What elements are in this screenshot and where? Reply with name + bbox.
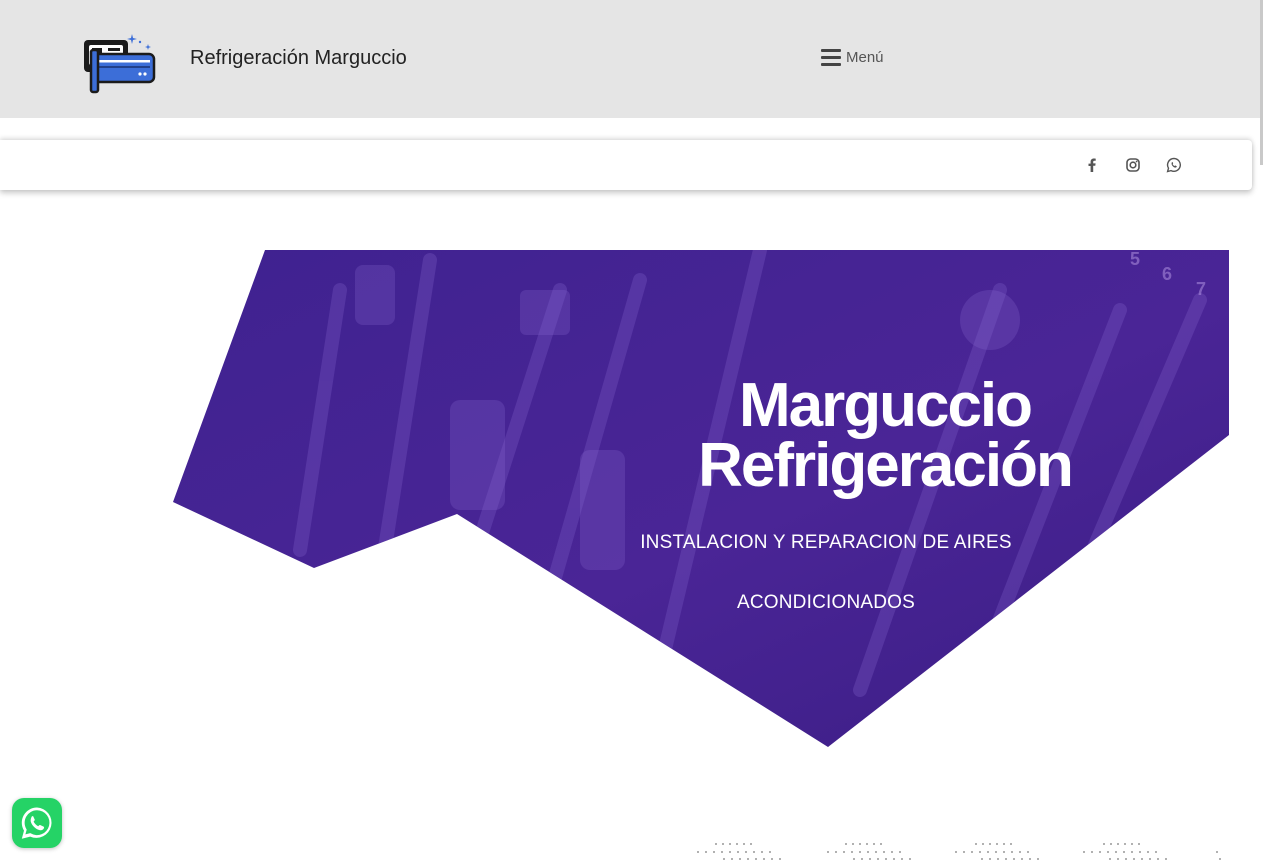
hero-title-line-2: Refrigeración — [698, 431, 1074, 500]
hero-banner: 5 6 7 — [0, 250, 1229, 750]
site-title-link[interactable]: Refrigeración Marguccio — [190, 47, 407, 70]
site-header: Refrigeración Marguccio Menú — [0, 0, 1260, 118]
svg-text:6: 6 — [1162, 264, 1172, 284]
hero-title-line-1: Marguccio — [738, 371, 1033, 440]
whatsapp-icon — [12, 798, 62, 848]
hamburger-icon — [821, 48, 841, 66]
facebook-icon[interactable] — [1084, 157, 1100, 173]
air-conditioner-icon[interactable] — [82, 30, 158, 94]
hero-title: Marguccio Refrigeración — [600, 371, 1170, 500]
menu-label: Menú — [846, 49, 884, 66]
social-links-bar — [0, 140, 1252, 190]
svg-text:7: 7 — [1196, 279, 1206, 299]
svg-text:5: 5 — [1130, 250, 1140, 269]
decorative-dot-pattern — [690, 838, 1230, 861]
whatsapp-float-button[interactable] — [12, 798, 62, 848]
menu-toggle-button[interactable]: Menú — [821, 48, 884, 66]
hero-subtitle: INSTALACION Y REPARACION DE AIRES ACONDI… — [640, 532, 1012, 613]
whatsapp-icon[interactable] — [1166, 157, 1182, 173]
instagram-icon[interactable] — [1125, 157, 1141, 173]
